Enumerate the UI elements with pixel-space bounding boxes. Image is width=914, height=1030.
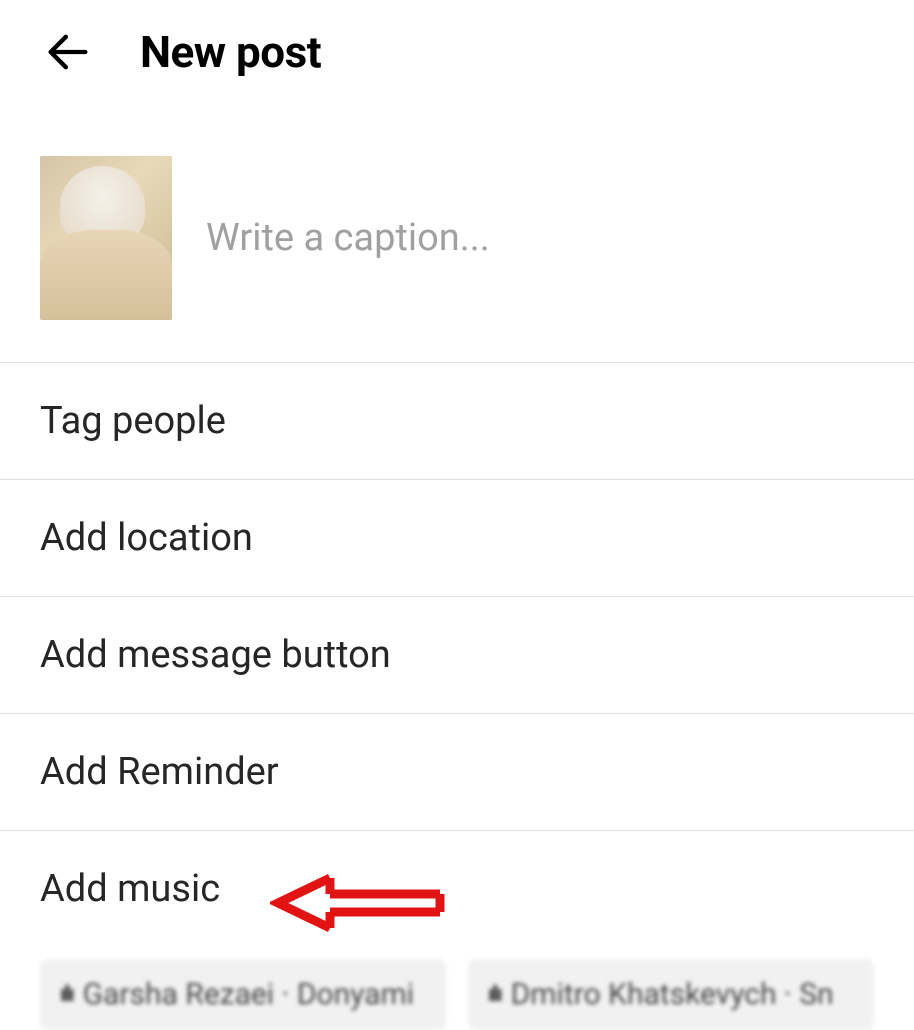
music-bars-icon: ılı [488, 982, 501, 1007]
music-bars-icon: ılı [60, 982, 73, 1007]
option-add-location[interactable]: Add location [0, 479, 914, 596]
option-label: Add music [40, 867, 220, 911]
caption-input[interactable] [206, 216, 874, 260]
option-label: Add Reminder [40, 750, 279, 794]
music-chip-label: Dmitro Khatskevych · Sn [511, 977, 834, 1012]
music-chip[interactable]: ılı Dmitro Khatskevych · Sn [468, 959, 874, 1030]
page-title: New post [140, 26, 321, 78]
music-chip[interactable]: ılı Garsha Rezaei · Donyami [40, 959, 446, 1030]
post-thumbnail[interactable] [40, 156, 172, 320]
option-add-message-button[interactable]: Add message button [0, 596, 914, 713]
option-label: Add message button [40, 633, 391, 677]
option-add-reminder[interactable]: Add Reminder [0, 713, 914, 830]
music-chips-row: ılı Garsha Rezaei · Donyami ılı Dmitro K… [0, 947, 914, 1030]
option-tag-people[interactable]: Tag people [0, 362, 914, 479]
option-label: Add location [40, 516, 253, 560]
music-chip-label: Garsha Rezaei · Donyami [83, 977, 414, 1012]
header: New post [0, 0, 914, 116]
back-arrow-icon[interactable] [40, 24, 96, 80]
option-add-music[interactable]: Add music [0, 830, 914, 947]
option-label: Tag people [40, 399, 226, 443]
caption-section [0, 116, 914, 362]
